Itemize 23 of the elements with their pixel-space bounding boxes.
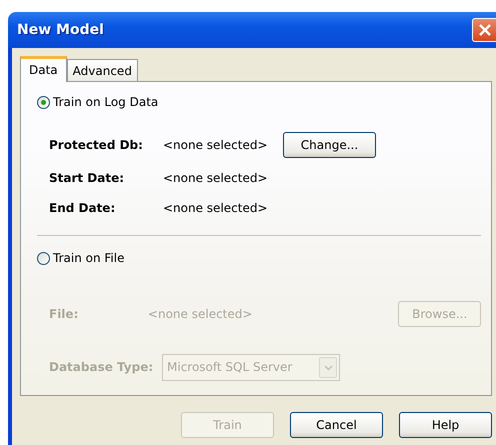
- close-icon: [478, 24, 490, 36]
- radio-label[interactable]: Train on Log Data: [53, 94, 158, 110]
- field-label: Protected Db:: [49, 137, 144, 152]
- field-value: <none selected>: [163, 137, 269, 152]
- caret-icon: [324, 364, 332, 370]
- dialog-button[interactable]: Cancel: [290, 412, 383, 438]
- field-label: Database Type:: [49, 359, 154, 374]
- browse-button[interactable]: Change...: [283, 132, 376, 158]
- tab[interactable]: Data: [20, 56, 67, 82]
- field-value: <none selected>: [163, 170, 269, 186]
- dropdown-value: Microsoft SQL Server: [167, 360, 292, 375]
- tab[interactable]: Advanced: [66, 59, 138, 81]
- window-title: New Model: [16, 22, 104, 38]
- field-value: <none selected>: [163, 200, 269, 216]
- close-button[interactable]: [472, 18, 496, 42]
- radio-label[interactable]: Train on File: [53, 250, 124, 266]
- radio-button[interactable]: [37, 252, 50, 264]
- radio-button[interactable]: [37, 96, 50, 108]
- field-label: Start Date:: [49, 170, 126, 186]
- field-value: <none selected>: [148, 306, 252, 322]
- field-label: End Date:: [49, 200, 116, 216]
- dialog-button[interactable]: Help: [399, 412, 492, 438]
- field-label: File:: [49, 306, 80, 322]
